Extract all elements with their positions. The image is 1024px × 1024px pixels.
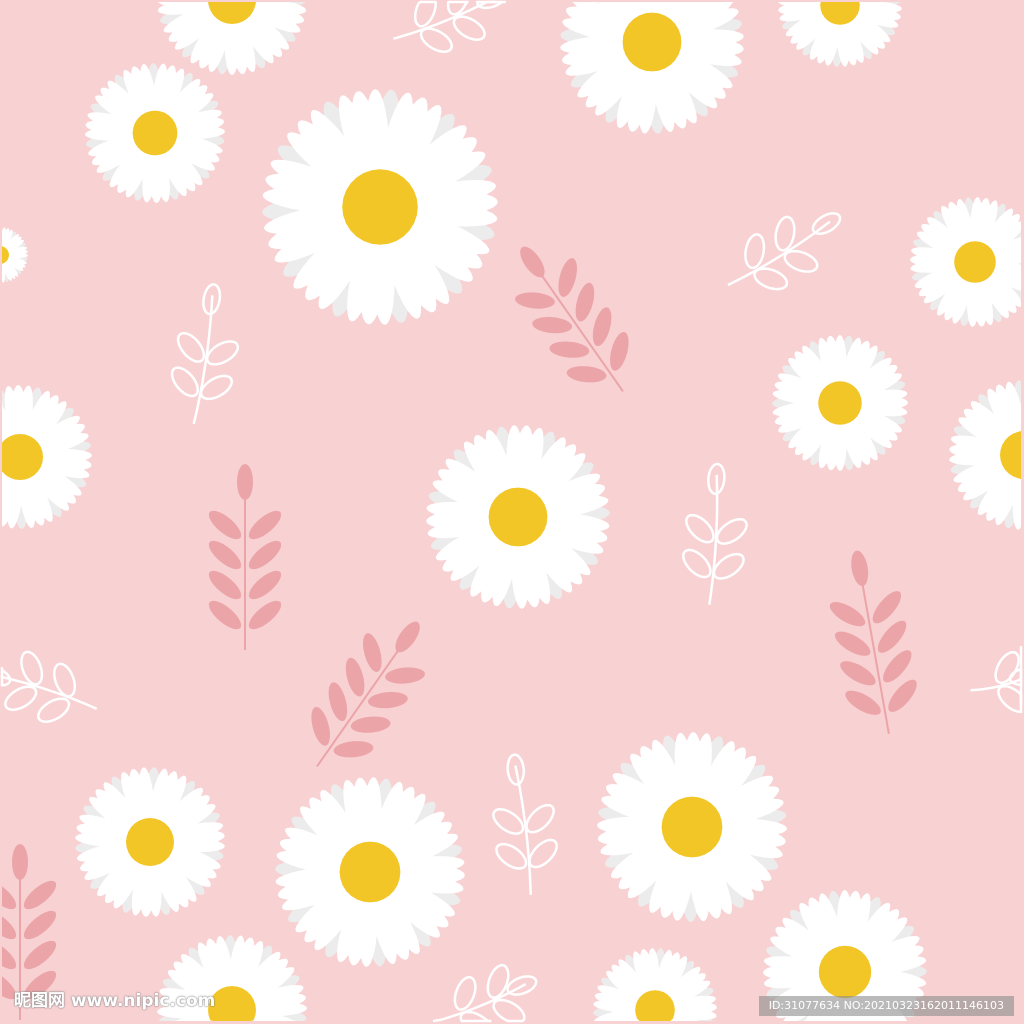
pink-branch (311, 621, 425, 767)
daisy-flower (949, 380, 1021, 530)
daisy-flower (593, 948, 717, 1021)
daisy-flower (2, 227, 29, 283)
white-sprig (970, 646, 1023, 714)
white-sprig (682, 462, 748, 605)
daisy-flower (560, 2, 744, 134)
white-sprig (727, 212, 842, 291)
white-sprig (392, 0, 506, 53)
daisy-center (622, 12, 682, 72)
daisy-flower (778, 2, 902, 67)
pink-branch (829, 550, 917, 734)
daisy-pattern (0, 0, 1023, 1023)
daisy-center (488, 487, 548, 547)
daisy-flower (157, 2, 307, 75)
daisy-flower (597, 732, 787, 922)
daisy-center (661, 796, 723, 858)
daisy-center (342, 169, 418, 245)
white-sprig (170, 283, 240, 425)
daisy-flower (2, 385, 93, 529)
daisy-center (818, 381, 862, 425)
white-sprig (492, 753, 558, 895)
watermark-site: 昵图网 www.nipic.com (14, 991, 216, 1011)
daisy-flower (75, 767, 225, 917)
pink-branch (515, 246, 629, 392)
daisy-flower (772, 335, 908, 471)
daisy-center (818, 945, 872, 999)
daisy-center (954, 241, 996, 283)
daisy-flower (262, 89, 498, 325)
daisy-flower (275, 777, 465, 967)
white-sprig (432, 963, 538, 1023)
daisy-center (132, 110, 178, 156)
watermark-id: ID:31077634 NO:20210323162011146103 (758, 996, 1014, 1016)
daisy-flower (910, 197, 1021, 327)
daisy-flower (426, 425, 610, 609)
daisy-center (126, 818, 174, 866)
pink-branch (208, 464, 282, 650)
daisy-center (339, 841, 401, 903)
daisy-flower (85, 63, 225, 203)
white-sprig (0, 650, 98, 723)
